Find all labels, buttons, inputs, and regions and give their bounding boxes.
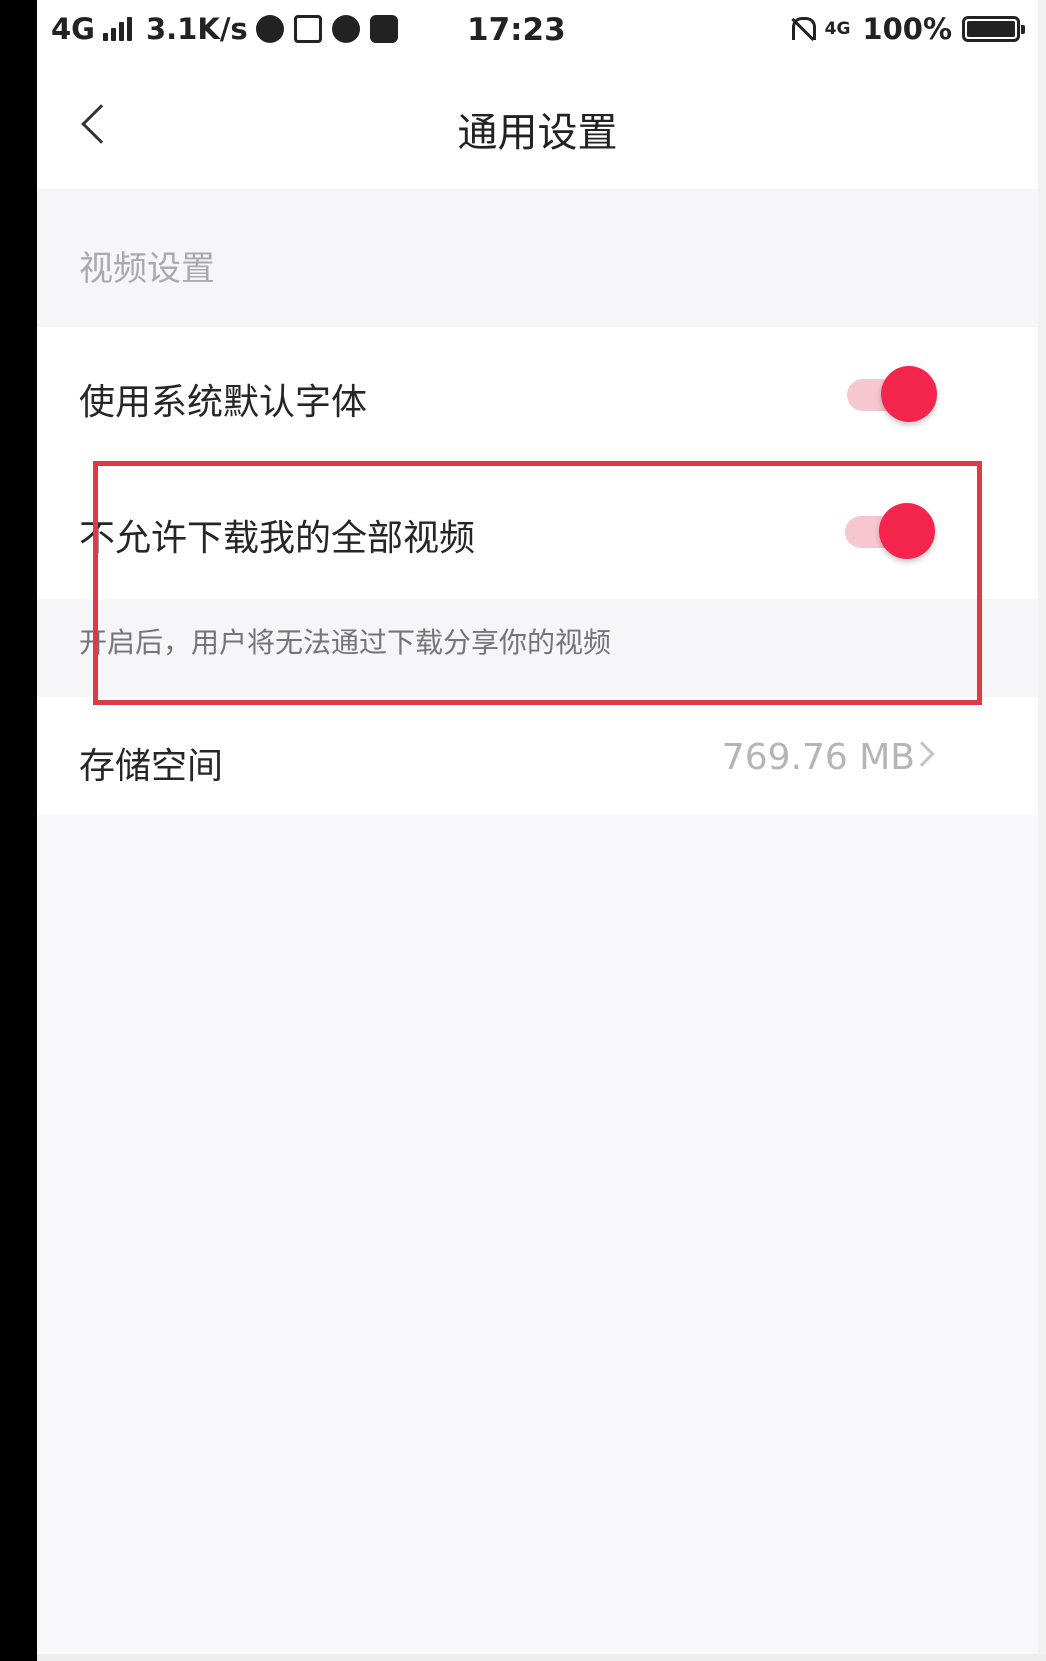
signal-icon (102, 17, 132, 41)
storage-value: 769.76 MB (721, 737, 915, 778)
battery-icon (962, 16, 1025, 42)
storage-label: 存储空间 (79, 746, 224, 787)
disallow-download-toggle[interactable] (845, 499, 935, 565)
setting-row-disallow-download[interactable]: 不允许下载我的全部视频 (37, 463, 1038, 599)
setting-row-system-font[interactable]: 使用系统默认字体 (37, 327, 1038, 463)
network-indicator: 4G (824, 19, 851, 39)
phone-screen: 4G 3.1K/s 17:23 4G 100% 通用设置 视频设置 使用系统默认… (37, 0, 1046, 1661)
hint-text: 开启后，用户将无法通过下载分享你的视频 (79, 626, 612, 659)
network-type: 4G (51, 12, 95, 46)
mute-bell-icon (789, 15, 816, 43)
setting-label: 不允许下载我的全部视频 (79, 518, 476, 559)
pinwheel-app-icon (369, 15, 398, 43)
setting-label: 使用系统默认字体 (79, 382, 368, 423)
toggle-knob (881, 366, 937, 422)
setting-hint: 开启后，用户将无法通过下载分享你的视频 (37, 599, 1038, 697)
battery-percent: 100% (862, 12, 952, 46)
status-left: 4G 3.1K/s (51, 12, 408, 46)
section-header-video: 视频设置 (37, 189, 1038, 327)
navigation-bar: 通用设置 (37, 62, 1038, 189)
section-title: 视频设置 (79, 249, 215, 289)
screen-bottom-edge (37, 1654, 1046, 1661)
toggle-knob (879, 503, 935, 559)
setting-row-storage[interactable]: 存储空间 769.76 MB (37, 697, 1038, 815)
status-time: 17:23 (467, 12, 566, 48)
status-right: 4G 100% (789, 12, 1025, 46)
status-bar: 4G 3.1K/s 17:23 4G 100% (37, 0, 1038, 62)
network-speed: 3.1K/s (145, 12, 248, 46)
wechat-icon (255, 15, 284, 43)
message-app-icon (331, 15, 360, 43)
screen-edge (1038, 0, 1046, 1661)
page-title: 通用设置 (457, 110, 618, 156)
system-font-toggle[interactable] (847, 362, 937, 428)
notification-app-icon (293, 15, 322, 43)
